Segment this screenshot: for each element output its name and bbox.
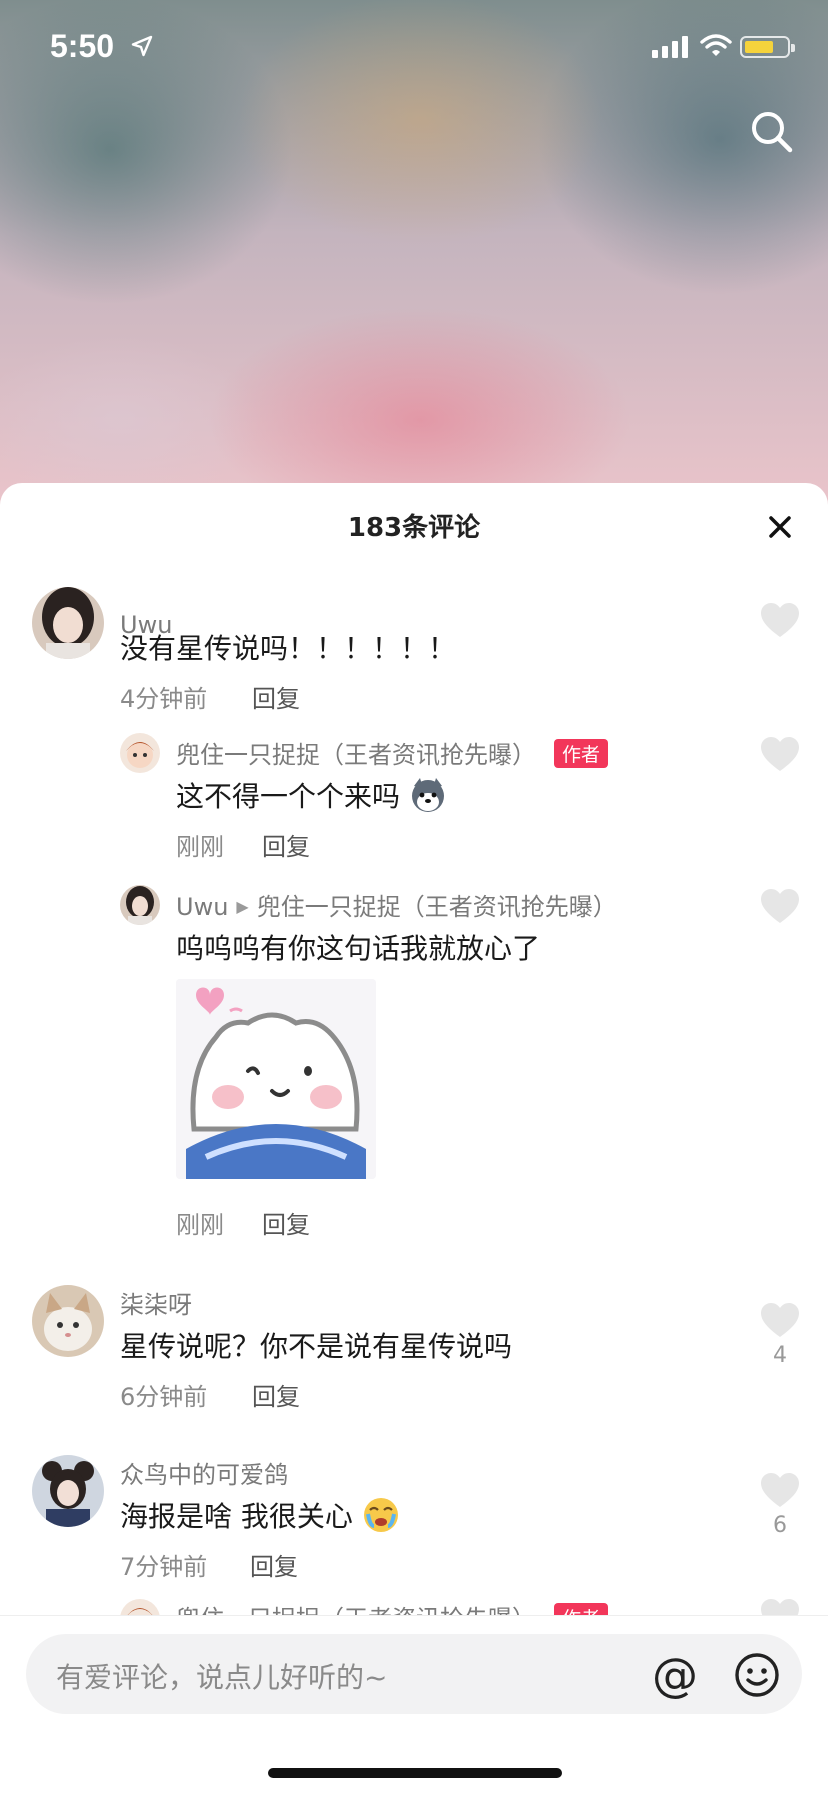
comments-count-title: 183条评论 (347, 513, 481, 543)
comment-username[interactable]: 众鸟中的可爱鸽 (120, 1455, 288, 1490)
heart-icon[interactable] (760, 1599, 800, 1615)
reply-to-arrow-icon: ▶ (236, 897, 249, 916)
comment-username[interactable]: 柒柒呀 (120, 1285, 192, 1320)
comment-time: 7分钟前 (120, 1553, 208, 1581)
heart-icon[interactable] (760, 1473, 800, 1513)
close-icon[interactable] (762, 509, 798, 549)
avatar[interactable] (32, 1285, 104, 1357)
avatar[interactable] (120, 733, 160, 773)
comment-text-content: 海报是啥 我很关心 (120, 1500, 353, 1533)
reply-time: 刚刚 (176, 1211, 224, 1239)
crying-emoji-icon (362, 1496, 400, 1541)
partial-reply-row: 兜住一只捉捉（王者资讯抢先曝） 作者 (0, 1599, 828, 1615)
search-icon[interactable] (748, 108, 796, 160)
heart-icon[interactable] (760, 1303, 800, 1343)
comment-time: 6分钟前 (120, 1383, 208, 1411)
like-count: 6 (773, 1513, 787, 1538)
status-time: 5:50 (50, 28, 115, 64)
mention-button[interactable]: @ (652, 1648, 698, 1702)
comment-input[interactable]: 有爱评论，说点儿好听的~ @ (26, 1634, 802, 1714)
author-badge: 作者 (554, 739, 609, 768)
husky-emoji-icon (409, 776, 447, 821)
reply-username[interactable]: Uwu ▶ 兜住一只捉捉（王者资讯抢先曝） (176, 887, 617, 922)
heart-icon[interactable] (760, 889, 800, 929)
comment-time: 4分钟前 (120, 685, 208, 713)
location-arrow-icon (130, 34, 154, 62)
reply-username[interactable]: 兜住一只捉捉（王者资讯抢先曝） 作者 (176, 1599, 609, 1615)
avatar[interactable] (32, 1455, 104, 1527)
avatar[interactable] (120, 885, 160, 925)
signal-icon (652, 36, 692, 62)
comment-input-bar: 有爱评论，说点儿好听的~ @ (0, 1615, 828, 1793)
reply-text: 呜呜呜有你这句话我就放心了 (176, 932, 541, 965)
heart-icon[interactable] (760, 603, 800, 643)
like-count: 4 (773, 1343, 787, 1368)
reply-button[interactable]: 回复 (252, 1377, 300, 1412)
reply-text: 这不得一个个来吗 (176, 775, 447, 821)
comments-sheet: 183条评论 Uwu 没有星传说吗！！！！！！ 4分钟前 回复 兜住一只捉捉（王… (0, 483, 828, 1792)
reply-button[interactable]: 回复 (250, 1547, 298, 1582)
reply-username[interactable]: 兜住一只捉捉（王者资讯抢先曝） 作者 (176, 735, 609, 770)
reply-button[interactable]: 回复 (252, 679, 300, 714)
comment-text: 星传说呢？你不是说有星传说吗 (120, 1330, 513, 1363)
status-bar: 5:50 (0, 0, 828, 100)
comment-text: 海报是啥 我很关心 (120, 1495, 400, 1541)
reply-username-text[interactable]: 兜住一只捉捉（王者资讯抢先曝） (176, 1605, 536, 1615)
comment-text: 没有星传说吗！！！！！！ (120, 632, 457, 665)
reply-time: 刚刚 (176, 833, 224, 861)
reply-username-text[interactable]: 兜住一只捉捉（王者资讯抢先曝） (176, 741, 536, 769)
wifi-icon (700, 34, 732, 62)
home-indicator (268, 1768, 562, 1778)
reply-button[interactable]: 回复 (262, 1205, 310, 1240)
author-badge: 作者 (554, 1603, 609, 1615)
reply-to-username[interactable]: 兜住一只捉捉（王者资讯抢先曝） (257, 893, 617, 921)
reply-button[interactable]: 回复 (262, 827, 310, 862)
avatar[interactable] (120, 1599, 160, 1615)
heart-icon[interactable] (760, 737, 800, 777)
reply-username-text[interactable]: Uwu (176, 893, 228, 921)
comment-input-placeholder[interactable]: 有爱评论，说点儿好听的~ (56, 1656, 387, 1696)
emoji-icon[interactable] (734, 1652, 780, 1702)
reply-text-content: 这不得一个个来吗 (176, 780, 401, 813)
avatar[interactable] (32, 587, 104, 659)
battery-icon (740, 36, 795, 58)
sticker-image[interactable] (176, 979, 376, 1179)
